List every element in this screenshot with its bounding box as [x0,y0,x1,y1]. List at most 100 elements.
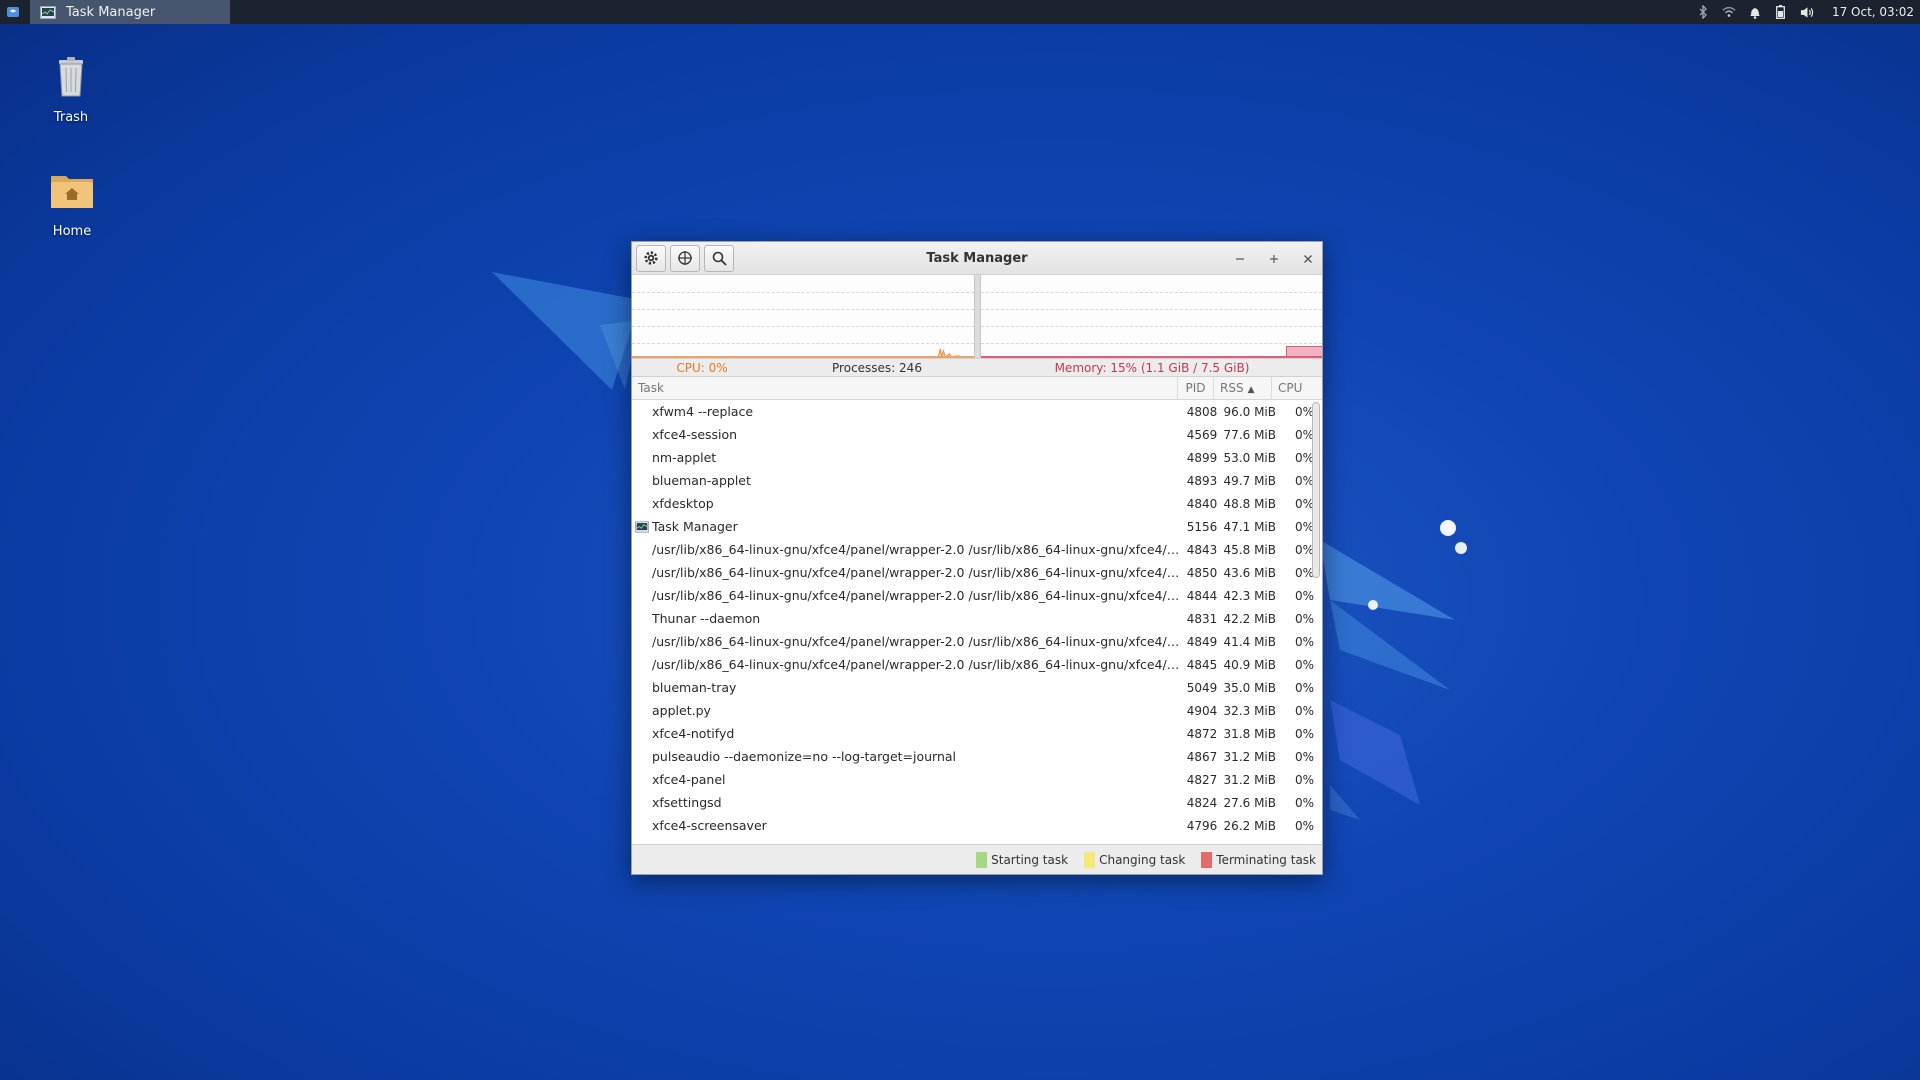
cell-cpu: 0% [1294,404,1314,419]
desktop-icon-trash[interactable]: Trash [26,52,116,125]
cell-rss: 53.0 MiB [1223,450,1276,465]
cell-pid: 4850 [1186,565,1218,580]
sort-ascending-icon: ▲ [1247,384,1255,395]
desktop-icon-home[interactable]: Home [27,166,117,239]
applications-menu-button[interactable] [0,0,26,24]
stats-bar: CPU: 0% Processes: 246 Memory: 15% (1.1 … [632,359,1322,377]
table-row[interactable]: /usr/lib/x86_64-linux-gnu/xfce4/panel/wr… [632,538,1322,561]
bluetooth-icon[interactable] [1696,5,1710,19]
minimize-button[interactable] [1232,251,1248,267]
table-row[interactable]: /usr/lib/x86_64-linux-gnu/xfce4/panel/wr… [632,653,1322,676]
column-header-task[interactable]: Task [632,376,1178,400]
legend-swatch-starting [976,851,988,868]
cell-rss: 32.3 MiB [1223,703,1276,718]
legend-changing: Changing task [1084,851,1186,868]
close-button[interactable] [1300,251,1316,267]
volume-icon[interactable] [1800,5,1814,19]
table-row[interactable]: /usr/lib/x86_64-linux-gnu/xfce4/panel/wr… [632,584,1322,607]
table-row[interactable]: nm-applet 4899 53.0 MiB 0% [632,446,1322,469]
cell-rss: 42.3 MiB [1223,588,1276,603]
table-row[interactable]: applet.py 4904 32.3 MiB 0% [632,699,1322,722]
table-row[interactable]: Thunar --daemon 4831 42.2 MiB 0% [632,607,1322,630]
cell-rss: 31.2 MiB [1223,749,1276,764]
close-icon [1304,254,1312,263]
memory-graph [980,275,1322,358]
cell-rss: 31.8 MiB [1223,726,1276,741]
process-list[interactable]: xfwm4 --replace 4808 96.0 MiB 0% xfce4-sessi… [632,400,1322,846]
cell-task: xfce4-notifyd [652,726,735,741]
vertical-scrollbar[interactable] [1312,402,1320,578]
cell-cpu: 0% [1294,772,1314,787]
table-row[interactable]: /usr/lib/x86_64-linux-gnu/xfce4/panel/wr… [632,561,1322,584]
row-icon-cell [632,520,652,533]
wifi-icon[interactable] [1722,5,1736,19]
minimize-icon [1236,257,1244,260]
taskbar-item-label: Task Manager [66,4,156,20]
legend-swatch-changing [1084,851,1096,868]
memory-usage-label: Memory: 15% (1.1 GiB / 7.5 GiB) [1054,360,1250,375]
cell-task: pulseaudio --daemonize=no --log-target=j… [652,749,957,764]
settings-button[interactable] [636,244,666,272]
cell-pid: 4840 [1186,496,1218,511]
table-row[interactable]: xfdesktop 4840 48.8 MiB 0% [632,492,1322,515]
cell-cpu: 0% [1294,680,1314,695]
cell-cpu: 0% [1294,565,1314,580]
cell-cpu: 0% [1294,795,1314,810]
graphs-area [632,275,1322,359]
table-row[interactable]: xfce4-screensaver 4796 26.2 MiB 0% [632,814,1322,837]
cell-rss: 41.4 MiB [1223,634,1276,649]
maximize-button[interactable] [1266,251,1282,267]
cell-task: xfsettingsd [652,795,722,810]
cell-pid: 4899 [1186,450,1218,465]
cell-rss: 42.2 MiB [1223,611,1276,626]
cell-pid: 5049 [1186,680,1218,695]
search-button[interactable] [704,244,734,272]
cell-task: /usr/lib/x86_64-linux-gnu/xfce4/panel/wr… [652,657,1184,672]
cell-rss: 47.1 MiB [1223,519,1276,534]
cell-pid: 4796 [1186,818,1218,833]
column-header-cpu[interactable]: CPU [1272,377,1308,400]
notification-bell-icon[interactable] [1748,5,1762,19]
cell-rss: 26.2 MiB [1223,818,1276,833]
home-folder-icon [51,176,93,208]
cell-task: /usr/lib/x86_64-linux-gnu/xfce4/panel/wr… [652,542,1184,557]
column-header-rss[interactable]: RSS ▲ [1214,376,1272,400]
table-row[interactable]: blueman-tray 5049 35.0 MiB 0% [632,676,1322,699]
cell-cpu: 0% [1294,611,1314,626]
cell-cpu: 0% [1294,450,1314,465]
taskbar-item-task-manager[interactable]: Task Manager [30,0,230,24]
cell-cpu: 0% [1294,588,1314,603]
table-row[interactable]: xfwm4 --replace 4808 96.0 MiB 0% [632,400,1322,423]
cell-rss: 35.0 MiB [1223,680,1276,695]
column-header-pid[interactable]: PID [1178,376,1214,400]
top-panel: Task Manager 17 Oct, 03:02 [0,0,1920,24]
title-bar[interactable]: Task Manager [632,242,1322,275]
identify-window-button[interactable] [670,244,700,272]
cell-task: nm-applet [652,450,717,465]
legend-label-terminating: Terminating task [1216,852,1316,867]
table-row[interactable]: xfce4-notifyd 4872 31.8 MiB 0% [632,722,1322,745]
cell-task: blueman-tray [652,680,737,695]
table-row[interactable]: /usr/lib/x86_64-linux-gnu/xfce4/panel/wr… [632,630,1322,653]
cell-pid: 4872 [1186,726,1218,741]
table-row[interactable]: xfsettingsd 4824 27.6 MiB 0% [632,791,1322,814]
table-row[interactable]: blueman-applet 4893 49.7 MiB 0% [632,469,1322,492]
legend-label-changing: Changing task [1099,852,1186,867]
cell-pid: 4827 [1186,772,1218,787]
cell-pid: 4849 [1186,634,1218,649]
cell-cpu: 0% [1294,818,1314,833]
cell-task: /usr/lib/x86_64-linux-gnu/xfce4/panel/wr… [652,588,1184,603]
table-row[interactable]: Task Manager 5156 47.1 MiB 0% [632,515,1322,538]
table-row[interactable]: xfce4-panel 4827 31.2 MiB 0% [632,768,1322,791]
cell-cpu: 0% [1294,703,1314,718]
clock[interactable]: 17 Oct, 03:02 [1832,5,1914,19]
cell-pid: 4824 [1186,795,1218,810]
desktop-icon-label: Home [52,224,92,239]
system-tray: 17 Oct, 03:02 [1696,5,1920,19]
window-title: Task Manager [926,251,1028,266]
cell-pid: 4845 [1186,657,1218,672]
table-row[interactable]: xfce4-session 4569 77.6 MiB 0% [632,423,1322,446]
table-row[interactable]: pulseaudio --daemonize=no --log-target=j… [632,745,1322,768]
cell-task: xfce4-screensaver [652,818,767,833]
battery-icon[interactable] [1774,5,1788,19]
